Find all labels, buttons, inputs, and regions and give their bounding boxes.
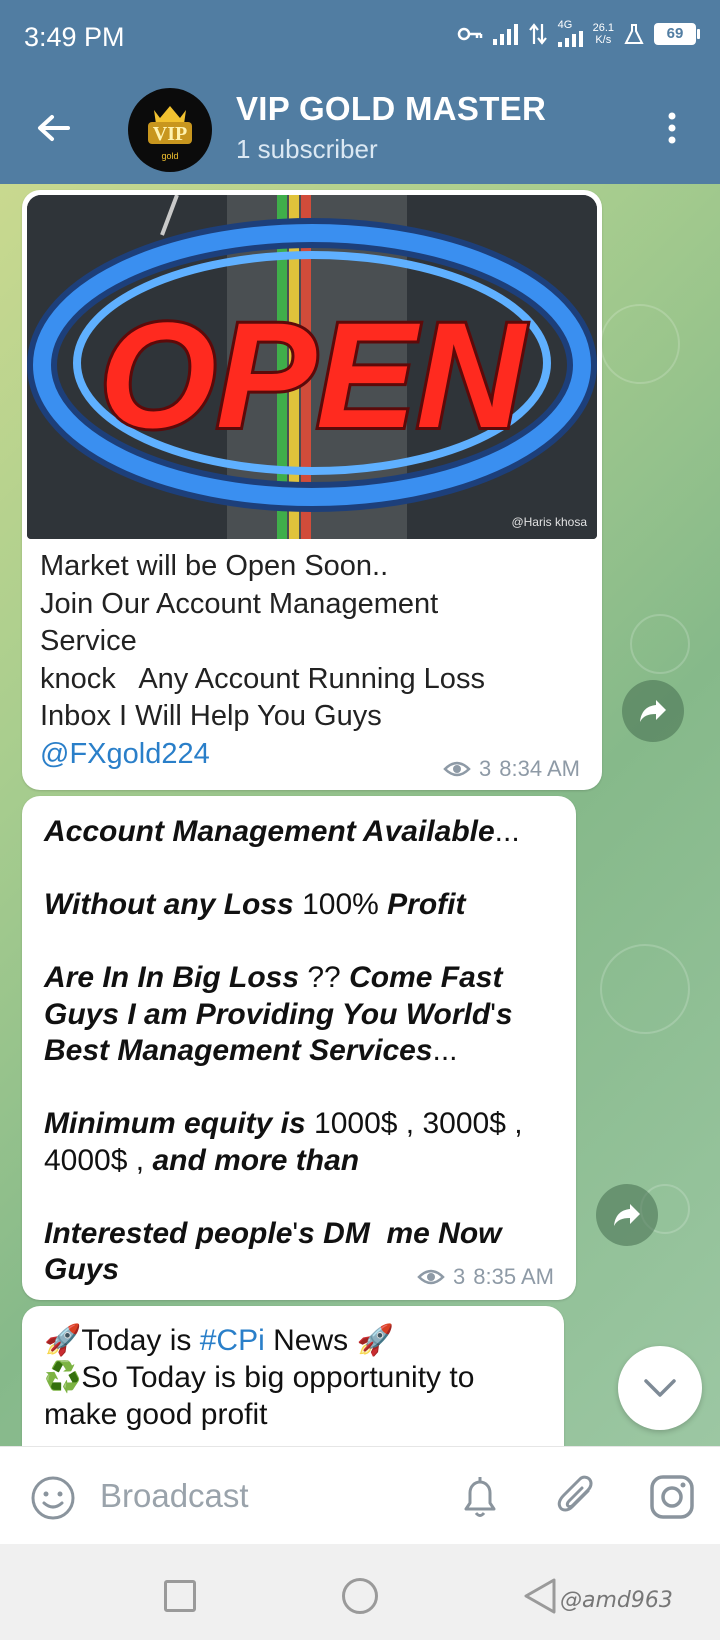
share-button[interactable] xyxy=(622,680,684,742)
battery-level: 69 xyxy=(654,22,696,45)
signal-4g-icon: 4G xyxy=(557,19,583,47)
speed-value: 26.1 xyxy=(592,21,614,34)
text-plain: ... xyxy=(432,1034,458,1067)
emoji-icon xyxy=(31,1476,75,1520)
home-icon[interactable] xyxy=(342,1578,378,1614)
text-plain: ?? xyxy=(299,961,350,994)
rocket-icon: 🚀 xyxy=(44,1324,82,1357)
back-triangle-icon[interactable] xyxy=(522,1576,558,1616)
rocket-icon: 🚀 xyxy=(356,1324,394,1357)
text-plain: 4000$ , xyxy=(44,1143,153,1177)
message-bubble[interactable]: OPEN OPEN @Haris khosa Market will be Op… xyxy=(22,190,602,790)
text-plain: ... xyxy=(494,815,520,848)
broadcast-input[interactable]: Broadcast xyxy=(100,1477,249,1515)
text-plain: 1000$ , 3000$ , xyxy=(305,1107,523,1140)
text-bold: Interested people xyxy=(44,1216,293,1250)
emoji-button[interactable] xyxy=(30,1475,76,1521)
attach-button[interactable] xyxy=(554,1473,600,1521)
status-icons: 4G 26.1 K/s 69 xyxy=(457,20,700,47)
arrow-left-icon xyxy=(38,115,70,141)
open-sign-glow: OPEN xyxy=(99,291,527,459)
paperclip-icon xyxy=(557,1475,593,1512)
message-line: knock Any Account Running Loss xyxy=(40,662,485,695)
message-image[interactable]: OPEN OPEN @Haris khosa xyxy=(27,195,597,539)
message-meta: 3 8:35 AM xyxy=(417,1264,554,1290)
scroll-down-button[interactable] xyxy=(618,1346,702,1430)
text-bold: Account Management Available xyxy=(44,815,495,848)
text-plain: News xyxy=(264,1324,357,1357)
signal-icon xyxy=(492,23,518,45)
view-count: 3 xyxy=(453,1264,466,1289)
watermark: @amd963 xyxy=(560,1588,673,1613)
network-speed: 26.1 K/s xyxy=(593,22,614,46)
avatar-text: VIP xyxy=(153,123,187,145)
message-time: 8:35 AM xyxy=(473,1264,554,1289)
recent-apps-icon[interactable] xyxy=(164,1580,196,1612)
text-bold: Best Management Services xyxy=(44,1034,433,1067)
more-menu-button[interactable] xyxy=(656,108,688,148)
text-bold: s DM me Now xyxy=(298,1216,502,1250)
channel-avatar[interactable]: VIP gold xyxy=(128,88,212,172)
text-plain: Today is xyxy=(81,1324,200,1357)
message-line: Market will be Open Soon.. xyxy=(40,550,389,582)
text-plain: make good profit xyxy=(44,1398,268,1431)
instagram-button[interactable] xyxy=(648,1473,696,1521)
flask-icon xyxy=(624,23,644,44)
text-bold: Minimum equity is xyxy=(44,1107,306,1140)
status-time: 3:49 PM xyxy=(24,22,125,52)
message-line: Inbox I Will Help You Guys xyxy=(40,700,382,732)
status-bar: 3:49 PM 4G 26.1 K/s 69 xyxy=(0,0,720,72)
message-bubble[interactable]: 🚀Today is #CPi News 🚀 ♻️So Today is big … xyxy=(22,1306,564,1446)
text-bold: Come Fast xyxy=(349,961,503,994)
bell-icon xyxy=(464,1477,496,1517)
text-bold: Without any Loss xyxy=(44,888,294,921)
back-button[interactable] xyxy=(30,104,78,152)
share-button[interactable] xyxy=(596,1184,658,1246)
text-bold: Are In In Big Loss xyxy=(44,961,300,994)
message-line: Service xyxy=(40,625,137,657)
app-header: 3:49 PM 4G 26.1 K/s 69 VIP gold VIP GOLD… xyxy=(0,0,720,184)
text-plain: So Today is big opportunity to xyxy=(81,1361,475,1394)
message-text: 🚀Today is #CPi News 🚀 ♻️So Today is big … xyxy=(44,1322,554,1433)
text-bold: Profit xyxy=(387,888,466,921)
data-transfer-icon xyxy=(528,22,547,45)
system-nav-bar: @amd963 xyxy=(0,1544,720,1640)
text-bold: s xyxy=(495,997,513,1031)
text-bold: Guys xyxy=(44,1253,120,1286)
notifications-button[interactable] xyxy=(458,1473,502,1521)
message-bubble[interactable]: Account Management Available... Without … xyxy=(22,796,576,1300)
message-text: Account Management Available... Without … xyxy=(44,814,564,1289)
text-bold: and more than xyxy=(152,1143,360,1177)
eye-icon xyxy=(417,1269,445,1285)
image-credit: @Haris khosa xyxy=(511,515,587,529)
eye-icon xyxy=(443,761,471,777)
channel-title[interactable]: VIP GOLD MASTER xyxy=(236,90,546,128)
message-meta: 3 8:34 AM xyxy=(443,756,580,782)
vip-logo: VIP gold xyxy=(148,106,192,161)
speed-unit: K/s xyxy=(595,33,612,46)
vpn-key-icon xyxy=(457,27,482,40)
broadcast-bar: Broadcast xyxy=(0,1446,720,1544)
view-count: 3 xyxy=(479,756,492,781)
message-text: Market will be Open Soon.. Join Our Acco… xyxy=(40,548,590,773)
more-vertical-icon xyxy=(668,112,676,144)
text-plain: 100% xyxy=(293,888,388,921)
message-line: Join Our Account Management xyxy=(40,587,439,620)
text-bold: Guys I am Providing You World xyxy=(44,997,491,1031)
instagram-icon xyxy=(650,1475,694,1519)
share-arrow-icon xyxy=(640,700,666,722)
battery-icon: 69 xyxy=(654,22,700,45)
recycle-icon: ♻️ xyxy=(44,1361,82,1394)
message-time: 8:34 AM xyxy=(499,756,580,781)
network-type: 4G xyxy=(557,19,573,31)
chevron-down-icon xyxy=(644,1379,676,1397)
avatar-subtext: gold xyxy=(161,151,178,161)
open-sign-image: OPEN OPEN xyxy=(27,195,597,539)
share-arrow-icon xyxy=(614,1204,640,1226)
subscriber-count: 1 subscriber xyxy=(236,134,378,164)
hashtag-link[interactable]: #CPi xyxy=(200,1324,265,1357)
chat-area[interactable]: OPEN OPEN @Haris khosa Market will be Op… xyxy=(0,184,720,1446)
